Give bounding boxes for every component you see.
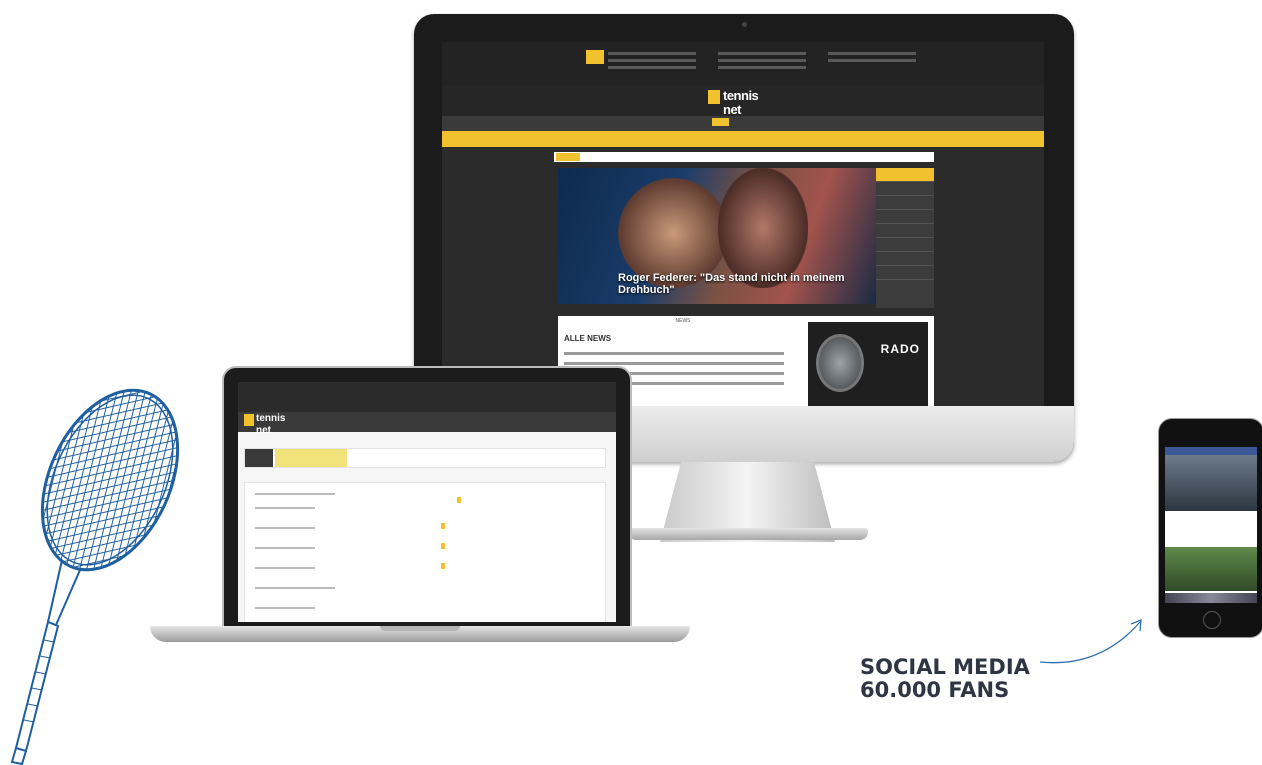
racket-string bbox=[15, 368, 205, 377]
racket-string bbox=[15, 368, 21, 592]
racket-string bbox=[15, 445, 205, 497]
callout-line-1: SOCIAL MEDIA bbox=[860, 655, 1030, 679]
watch-image bbox=[816, 334, 864, 392]
score-logo bbox=[586, 50, 604, 64]
table-row[interactable] bbox=[255, 567, 315, 569]
racket-string bbox=[15, 368, 42, 592]
racket-string bbox=[15, 368, 205, 393]
news-row[interactable] bbox=[564, 362, 784, 365]
racket-string bbox=[15, 381, 205, 433]
table-row[interactable] bbox=[255, 527, 315, 529]
phone-screen bbox=[1165, 447, 1257, 603]
racket-string bbox=[15, 437, 205, 489]
racket-string bbox=[15, 368, 49, 592]
laptop-screen: tennis net bbox=[238, 382, 616, 622]
laptop: tennis net bbox=[222, 366, 632, 632]
racket-string bbox=[15, 368, 28, 592]
live-scores-bar bbox=[238, 382, 616, 412]
desktop-screen: tennis net Roger Federer: "Das stand nich… bbox=[442, 42, 1044, 406]
thumbnail-strip[interactable] bbox=[1165, 593, 1257, 603]
advertisement[interactable]: RADO bbox=[808, 322, 928, 406]
racket-string bbox=[15, 453, 205, 505]
table-row[interactable] bbox=[255, 507, 315, 509]
social-post-image[interactable] bbox=[1165, 547, 1257, 591]
social-media-callout: SOCIAL MEDIA 60.000 FANS bbox=[860, 656, 1030, 702]
news-ticker[interactable] bbox=[554, 152, 934, 162]
table-row[interactable] bbox=[255, 607, 315, 609]
racket-string bbox=[15, 368, 35, 592]
main-nav bbox=[442, 116, 1044, 131]
filter-bar bbox=[244, 448, 606, 468]
ticker-tag bbox=[556, 153, 580, 161]
nav-active-item[interactable] bbox=[712, 118, 730, 126]
ad-brand: RADO bbox=[880, 342, 920, 356]
news-heading: NEWS bbox=[675, 318, 691, 324]
filter-dark-tab[interactable] bbox=[245, 449, 273, 467]
logo-mark-icon bbox=[244, 414, 254, 426]
racket-string bbox=[15, 389, 205, 441]
racket-string bbox=[0, 360, 220, 368]
news-row[interactable] bbox=[564, 352, 784, 355]
racket-string bbox=[15, 368, 205, 401]
monitor-stand-base bbox=[628, 528, 868, 540]
racket-string bbox=[15, 541, 205, 592]
all-news-label[interactable]: ALLE NEWS bbox=[564, 334, 611, 343]
home-button[interactable] bbox=[1203, 611, 1221, 629]
racket-string bbox=[15, 501, 205, 553]
hero-caption: Roger Federer: "Das stand nicht in meine… bbox=[618, 272, 845, 296]
racket-string bbox=[15, 368, 205, 385]
table-row[interactable] bbox=[255, 587, 335, 589]
site-logo[interactable]: tennis net bbox=[244, 414, 285, 436]
racket-string bbox=[15, 373, 205, 425]
racket-string bbox=[15, 397, 205, 449]
site-logo[interactable]: tennis net bbox=[708, 89, 759, 116]
racket-string bbox=[15, 485, 205, 537]
curved-arrow-icon bbox=[1039, 619, 1142, 664]
tennis-racket-icon bbox=[0, 360, 220, 765]
racket-string bbox=[15, 509, 205, 561]
racket-string bbox=[15, 429, 205, 481]
filter-active-tab[interactable] bbox=[275, 449, 347, 467]
site-nav: tennis net bbox=[238, 412, 616, 436]
racket-string bbox=[15, 368, 205, 417]
racket-string bbox=[15, 477, 205, 529]
social-post-image[interactable] bbox=[1165, 455, 1257, 511]
scores-table bbox=[244, 482, 606, 622]
logo-mark-icon bbox=[708, 90, 720, 104]
sub-nav bbox=[442, 131, 1044, 147]
table-row[interactable] bbox=[255, 547, 315, 549]
social-header bbox=[1165, 447, 1257, 455]
callout-line-2: 60.000 FANS bbox=[860, 678, 1010, 702]
racket-string bbox=[15, 493, 205, 545]
hero-sidebar bbox=[876, 168, 934, 308]
hero-article[interactable]: Roger Federer: "Das stand nicht in meine… bbox=[558, 168, 876, 304]
laptop-notch bbox=[380, 626, 460, 631]
table-row[interactable] bbox=[255, 493, 335, 495]
live-scores-bar bbox=[442, 42, 1044, 86]
webcam-dot bbox=[742, 22, 747, 27]
site-header: tennis net bbox=[442, 86, 1044, 116]
smartphone bbox=[1158, 418, 1262, 638]
